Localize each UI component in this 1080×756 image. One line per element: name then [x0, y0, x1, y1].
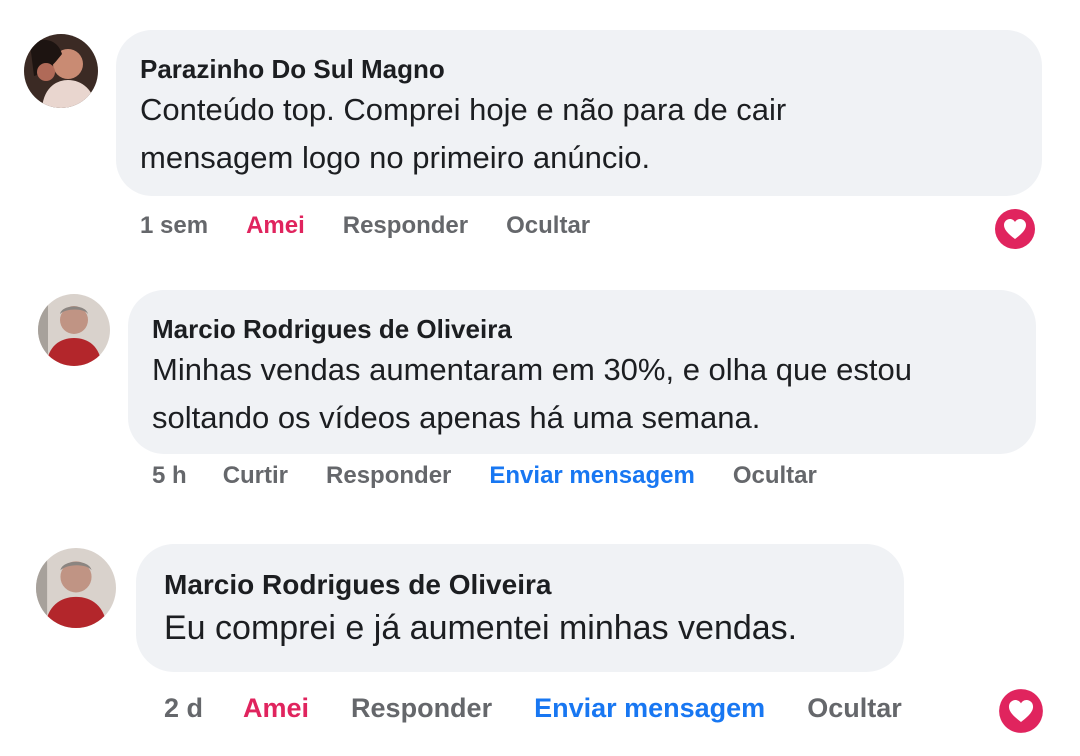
reply-button[interactable]: Responder	[343, 212, 468, 240]
hide-button[interactable]: Ocultar	[807, 693, 902, 724]
comment-bubble: Parazinho Do Sul Magno Conteúdo top. Com…	[116, 30, 1042, 196]
avatar-photo	[36, 548, 116, 628]
comment-timestamp[interactable]: 1 sem	[140, 212, 208, 240]
comment-timestamp[interactable]: 5 h	[152, 462, 187, 490]
comment-text: Minhas vendas aumentaram em 30%, e olha …	[152, 352, 912, 435]
comment-bubble: Marcio Rodrigues de Oliveira Eu comprei …	[136, 544, 904, 672]
hide-button[interactable]: Ocultar	[506, 212, 590, 240]
love-reaction-icon[interactable]	[994, 208, 1036, 250]
like-button[interactable]: Curtir	[223, 462, 288, 490]
comment-timestamp[interactable]: 2 d	[164, 693, 203, 724]
comment-author[interactable]: Marcio Rodrigues de Oliveira	[164, 568, 876, 602]
comment-author[interactable]: Marcio Rodrigues de Oliveira	[152, 312, 1010, 346]
comment-actions: 5 h Curtir Responder Enviar mensagem Ocu…	[152, 458, 817, 494]
avatar-photo	[38, 294, 110, 366]
comment-actions: 1 sem Amei Responder Ocultar	[140, 208, 590, 244]
send-message-button[interactable]: Enviar mensagem	[489, 462, 694, 490]
avatar[interactable]	[38, 294, 110, 366]
comment-text: Eu comprei e já aumentei minhas vendas.	[164, 609, 798, 647]
avatar[interactable]	[24, 34, 98, 108]
avatar[interactable]	[36, 548, 116, 628]
comment-text: Conteúdo top. Comprei hoje e não para de…	[140, 92, 787, 175]
love-reaction-button[interactable]: Amei	[246, 212, 305, 240]
comment-bubble: Marcio Rodrigues de Oliveira Minhas vend…	[128, 290, 1036, 454]
reply-button[interactable]: Responder	[326, 462, 451, 490]
love-reaction-icon[interactable]	[998, 688, 1044, 734]
avatar-photo	[24, 34, 98, 108]
reply-button[interactable]: Responder	[351, 693, 492, 724]
love-reaction-button[interactable]: Amei	[243, 693, 309, 724]
comment-author[interactable]: Parazinho Do Sul Magno	[140, 52, 1016, 86]
send-message-button[interactable]: Enviar mensagem	[534, 693, 765, 724]
hide-button[interactable]: Ocultar	[733, 462, 817, 490]
comment-actions: 2 d Amei Responder Enviar mensagem Ocult…	[164, 688, 902, 728]
